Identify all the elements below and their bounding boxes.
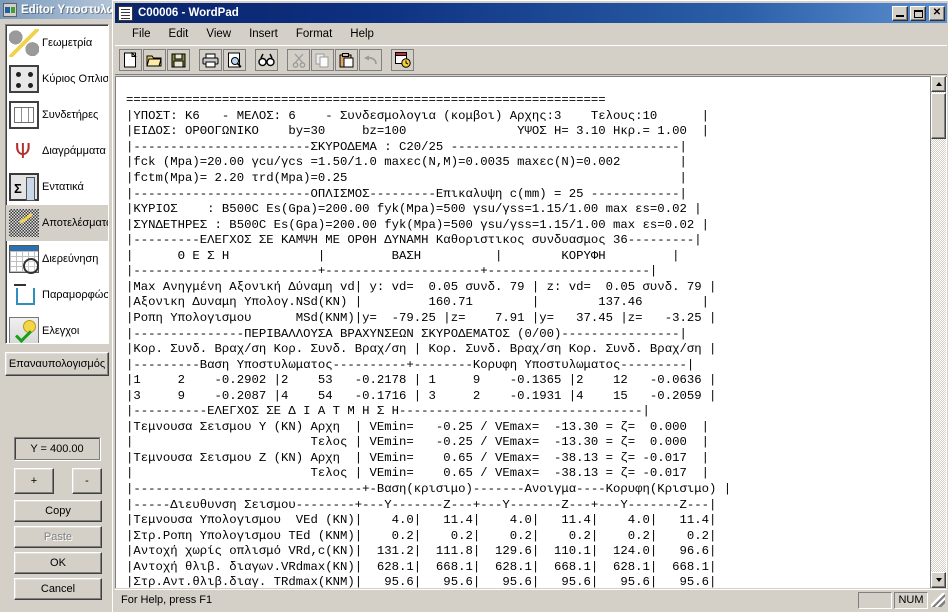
increment-button[interactable]: + bbox=[14, 468, 54, 494]
sidebar-item-label: Διαγράμματα bbox=[42, 145, 106, 157]
wordpad-window: C00006 - WordPad ✕ File Edit View Insert… bbox=[112, 0, 948, 612]
sidebar-item-label: Παραμορφώσεις bbox=[42, 289, 108, 301]
open-icon[interactable] bbox=[143, 49, 166, 71]
recalculate-button[interactable]: Επαναυπολογισμός bbox=[5, 352, 109, 376]
sidebar-item-label: Κύριος Οπλισμός bbox=[42, 73, 108, 85]
save-icon[interactable] bbox=[167, 49, 190, 71]
ok-button[interactable]: OK bbox=[14, 552, 102, 574]
sidebar-item-label: Συνδετήρες bbox=[42, 109, 99, 121]
print-preview-icon[interactable] bbox=[223, 49, 246, 71]
sidebar-item-kyrios-oplismos[interactable]: Κύριος Οπλισμός bbox=[6, 61, 108, 97]
cancel-button[interactable]: Cancel bbox=[14, 578, 102, 600]
menu-insert[interactable]: Insert bbox=[240, 26, 287, 42]
diagrams-icon bbox=[9, 137, 39, 165]
editor-nav-panel: Γεωμετρία Κύριος Οπλισμός Συνδετήρες Δια… bbox=[5, 24, 109, 344]
menu-file[interactable]: File bbox=[123, 26, 160, 42]
editor-window: Editor Υποστυλωμάτων Γεωμετρία Κύριος Οπ… bbox=[0, 0, 151, 612]
menu-help[interactable]: Help bbox=[341, 26, 383, 42]
investigate-icon bbox=[9, 245, 39, 274]
wordpad-menubar: File Edit View Insert Format Help bbox=[115, 24, 947, 44]
sidebar-item-label: Γεωμετρία bbox=[42, 37, 93, 49]
sidebar-item-elegxoi[interactable]: Ελεγχοι bbox=[6, 313, 108, 343]
app-icon bbox=[3, 2, 17, 17]
vertical-scrollbar[interactable] bbox=[930, 76, 946, 588]
status-help-text: For Help, press F1 bbox=[121, 594, 213, 606]
paste-button: Paste bbox=[14, 526, 102, 548]
sidebar-item-diagrammata[interactable]: Διαγράμματα bbox=[6, 133, 108, 169]
new-icon[interactable] bbox=[119, 49, 142, 71]
find-icon[interactable] bbox=[255, 49, 278, 71]
menu-format[interactable]: Format bbox=[287, 26, 341, 42]
sidebar-item-syndetires[interactable]: Συνδετήρες bbox=[6, 97, 108, 133]
menu-edit[interactable]: Edit bbox=[160, 26, 198, 42]
decrement-button[interactable]: - bbox=[72, 468, 102, 494]
status-pane-num: NUM bbox=[894, 591, 928, 609]
stirrups-icon bbox=[9, 101, 39, 129]
sidebar-item-diereunisi[interactable]: Διερεύνηση bbox=[6, 241, 108, 277]
document-icon bbox=[118, 5, 133, 21]
minimize-button[interactable] bbox=[892, 5, 908, 21]
menu-view[interactable]: View bbox=[197, 26, 240, 42]
sidebar-item-paramorfoseis[interactable]: Παραμορφώσεις bbox=[6, 277, 108, 313]
status-pane-blank bbox=[858, 591, 892, 609]
checks-icon bbox=[9, 317, 39, 343]
sidebar-item-geometria[interactable]: Γεωμετρία bbox=[6, 25, 108, 61]
cut-icon bbox=[287, 49, 310, 71]
wordpad-titlebar[interactable]: C00006 - WordPad ✕ bbox=[115, 3, 947, 23]
scrollbar-track[interactable] bbox=[931, 92, 946, 572]
paste-icon[interactable] bbox=[335, 49, 358, 71]
results-icon bbox=[9, 209, 39, 237]
close-button[interactable]: ✕ bbox=[929, 5, 945, 21]
deformations-icon bbox=[9, 281, 39, 309]
status-bar: For Help, press F1 NUM bbox=[115, 589, 947, 610]
sidebar-item-label: Διερεύνηση bbox=[42, 253, 99, 265]
scroll-up-icon[interactable] bbox=[931, 76, 946, 92]
resize-grip-icon[interactable] bbox=[931, 593, 945, 607]
copy-icon bbox=[311, 49, 334, 71]
sidebar-item-label: Ελεγχοι bbox=[42, 325, 80, 337]
scrollbar-thumb[interactable] bbox=[931, 93, 946, 139]
copy-button[interactable]: Copy bbox=[14, 500, 102, 522]
scroll-down-icon[interactable] bbox=[931, 572, 946, 588]
sidebar-item-entatika[interactable]: Εντατικά bbox=[6, 169, 108, 205]
editor-titlebar[interactable]: Editor Υποστυλωμάτων bbox=[0, 0, 151, 19]
wordpad-toolbar bbox=[115, 45, 947, 75]
undo-icon bbox=[359, 49, 382, 71]
main-rebar-icon bbox=[9, 65, 39, 93]
sidebar-item-label: Αποτελέσματα bbox=[42, 217, 108, 229]
date-time-icon[interactable] bbox=[391, 49, 414, 71]
y-coordinate-field[interactable]: Y = 400.00 bbox=[14, 437, 100, 460]
document-client-area[interactable]: ========================================… bbox=[115, 76, 947, 588]
forces-icon bbox=[9, 173, 39, 201]
wordpad-title: C00006 - WordPad bbox=[138, 7, 239, 19]
geometry-icon bbox=[9, 29, 39, 57]
print-icon[interactable] bbox=[199, 49, 222, 71]
sidebar-item-label: Εντατικά bbox=[42, 181, 84, 193]
maximize-button[interactable] bbox=[910, 5, 926, 21]
document-text[interactable]: ========================================… bbox=[126, 93, 731, 588]
sidebar-item-apotelesmata[interactable]: Αποτελέσματα bbox=[6, 205, 108, 241]
